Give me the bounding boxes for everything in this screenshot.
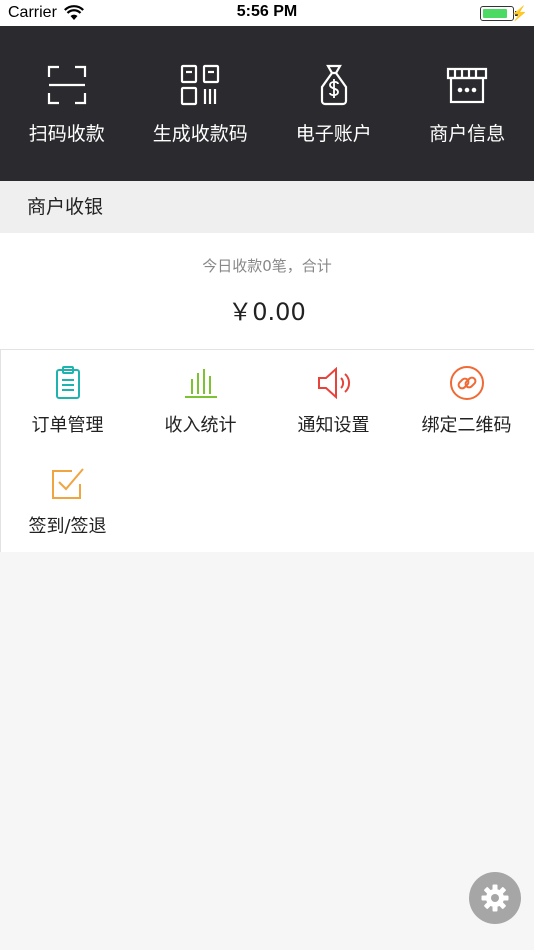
money-bag-icon [320,64,347,106]
status-bar: Carrier 5:56 PM ⚡ [0,0,534,26]
e-account-label: 电子账户 [295,123,372,145]
order-management-button[interactable]: 订单管理 [1,350,134,451]
scan-pay-label: 扫码收款 [28,123,105,145]
notification-settings-label: 通知设置 [297,415,370,436]
settings-button[interactable] [469,872,521,924]
speaker-icon [317,366,350,400]
function-grid: 订单管理 收入统计 通知设置 绑定二维码 签到/签退 [0,349,534,552]
merchant-info-label: 商户信息 [429,123,506,145]
merchant-info-button[interactable]: 商户信息 [401,26,534,181]
scan-pay-button[interactable]: 扫码收款 [0,26,134,181]
battery-icon [480,6,518,21]
notification-settings-button[interactable]: 通知设置 [267,350,400,451]
clock: 5:56 PM [236,3,298,20]
e-account-button[interactable]: 电子账户 [267,26,401,181]
shop-icon [447,67,488,104]
qr-code-icon [181,64,220,106]
summary-text: 今日收款0笔，合计 [202,257,332,275]
scan-icon [47,65,86,105]
section-title: 商户收银 [27,196,104,218]
bar-chart-icon [184,369,217,398]
checkbox-icon [51,468,84,499]
today-summary: 今日收款0笔，合计 ￥0.00 [0,233,534,349]
section-header: 商户收银 [0,181,534,233]
income-stats-label: 收入统计 [164,415,237,436]
income-stats-button[interactable]: 收入统计 [134,350,267,451]
check-in-out-button[interactable]: 签到/签退 [1,451,134,552]
bind-qr-label: 绑定二维码 [421,415,512,436]
check-in-out-label: 签到/签退 [28,516,107,537]
clipboard-icon [55,366,80,399]
order-management-label: 订单管理 [31,415,104,436]
generate-qr-label: 生成收款码 [152,123,248,145]
bind-qr-button[interactable]: 绑定二维码 [400,350,533,451]
gear-icon [481,884,509,912]
link-icon [449,366,484,400]
top-menu: 扫码收款 生成收款码 电子账户 商户信息 [0,26,534,181]
generate-qr-button[interactable]: 生成收款码 [134,26,268,181]
summary-amount: ￥0.00 [228,298,306,326]
charging-icon: ⚡ [510,5,528,21]
